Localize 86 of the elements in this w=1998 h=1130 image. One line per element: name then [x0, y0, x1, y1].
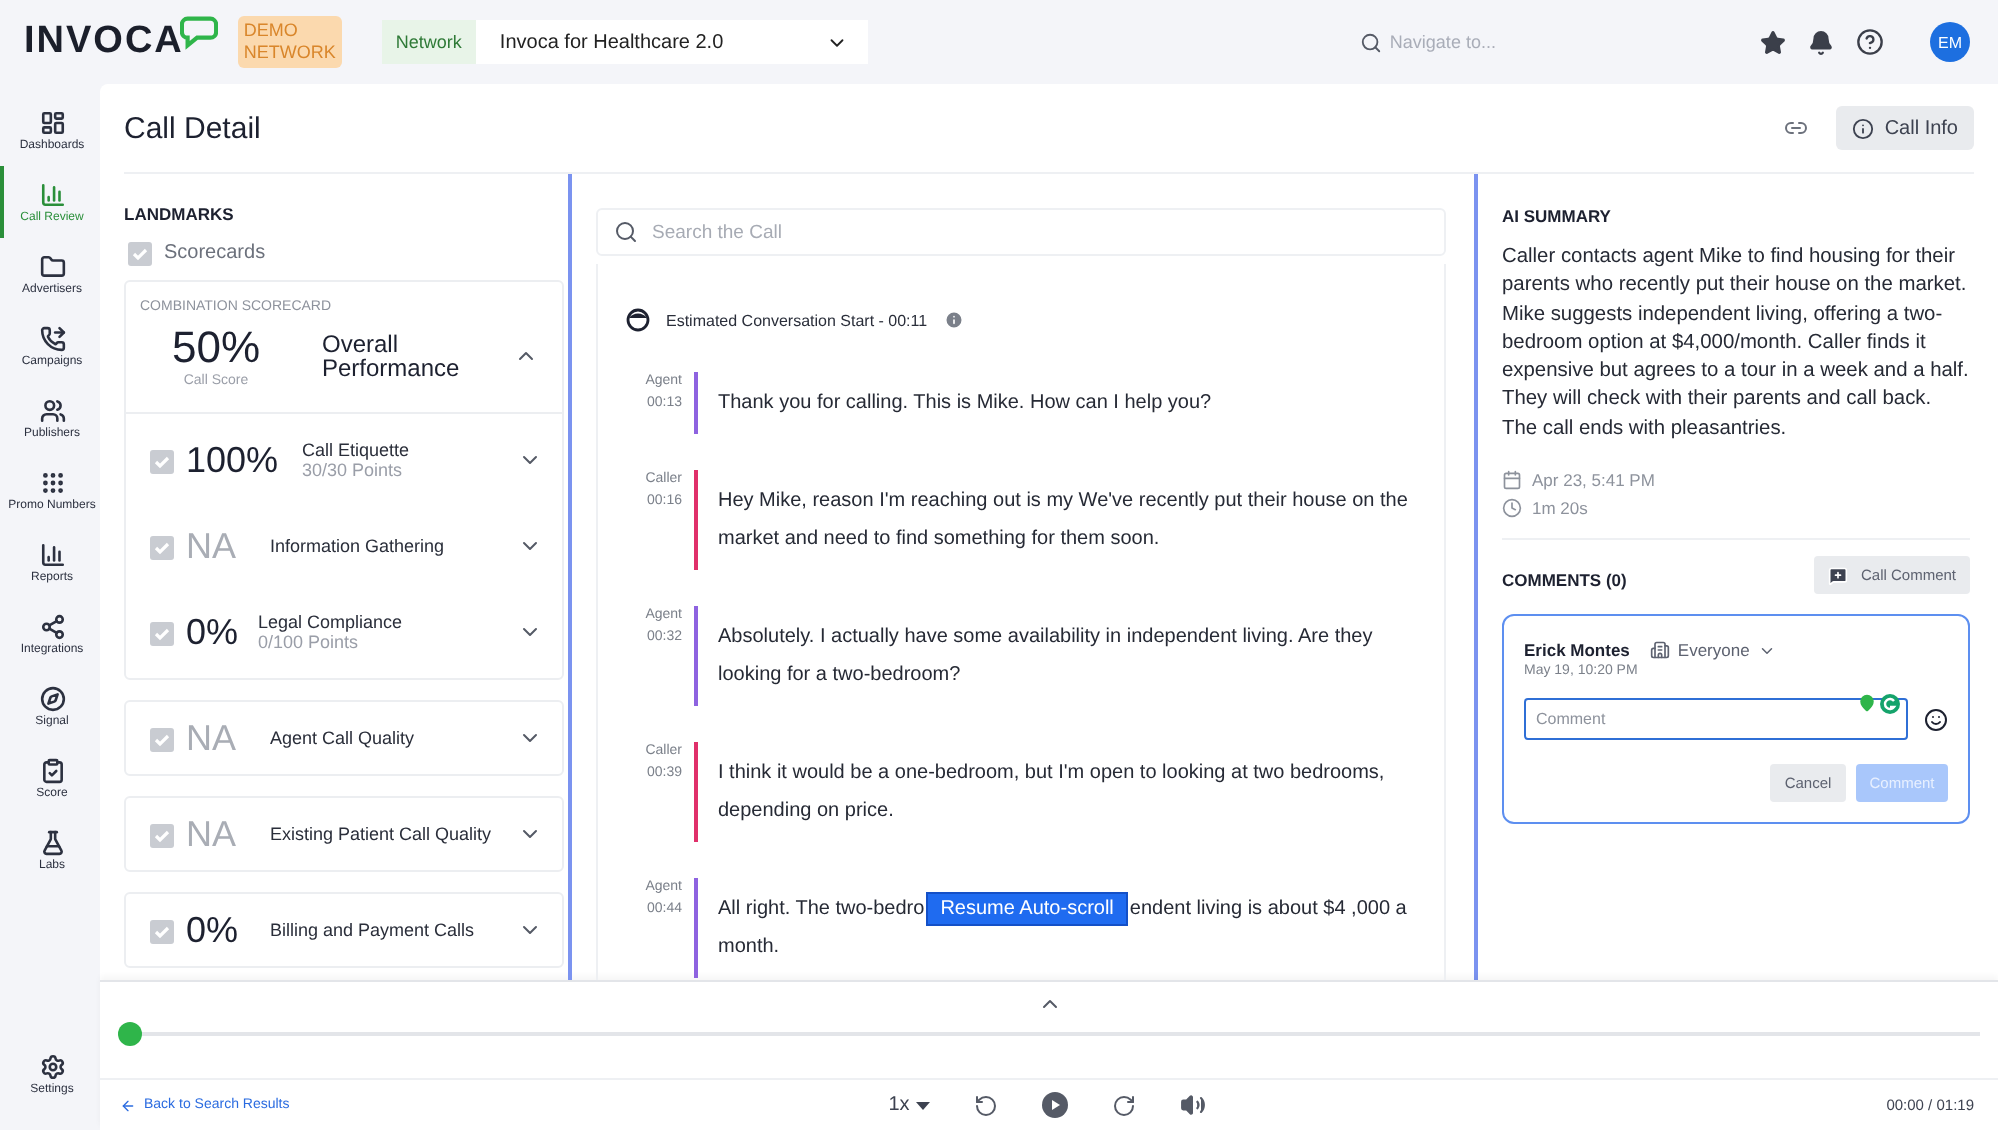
comment-add-icon	[1828, 565, 1849, 586]
network-select[interactable]: Invoca for Healthcare 2.0	[475, 20, 868, 64]
score-value: 0%	[186, 611, 241, 653]
dashboard-icon	[39, 109, 65, 135]
score-value: NA	[186, 813, 239, 855]
comment-input[interactable]: Comment	[1524, 698, 1908, 741]
phone-icon	[39, 325, 65, 351]
score-points: 30/30 Points	[302, 460, 405, 480]
emoji-icon[interactable]	[1924, 707, 1948, 732]
message-text: Thank you for calling. This is Mike. How can I help you?	[718, 392, 1212, 414]
building-icon	[1649, 640, 1670, 661]
section-heading: LANDMARKS	[124, 204, 236, 224]
demo-badge: DEMO NETWORK	[237, 16, 342, 68]
clipboard-check-icon	[150, 725, 174, 751]
message-text: Hey Mike, reason I'm reaching out is my We've recently put their house on the market and need to find something for them soon.	[718, 490, 1408, 550]
message-text: month.	[718, 934, 780, 962]
bell-icon[interactable]	[1808, 29, 1834, 55]
rewind-icon[interactable]	[973, 1093, 998, 1117]
score-value: 0%	[186, 909, 241, 951]
section-heading: COMMENTS (0)	[1502, 569, 1627, 590]
call-duration: 1m 20s	[1532, 498, 1588, 519]
chart-icon	[39, 181, 65, 207]
speech-bubble-icon	[179, 14, 218, 50]
link-icon[interactable]	[1784, 116, 1809, 140]
scorecard-name: Agent Call Quality	[270, 728, 417, 748]
score-points: 0/100 Points	[258, 632, 361, 652]
call-info-button[interactable]: Call Info	[1836, 106, 1974, 150]
people-icon	[39, 397, 65, 423]
flask-icon	[39, 829, 65, 855]
folder-icon	[39, 253, 65, 279]
section-heading: AI SUMMARY	[1502, 206, 1613, 226]
user-avatar[interactable]: EM	[1930, 22, 1970, 62]
clipboard-check-icon	[150, 533, 174, 559]
scorecard-name: Call Etiquette	[302, 440, 412, 460]
help-icon[interactable]	[1856, 28, 1884, 56]
search-icon	[1359, 31, 1382, 53]
score-value: 100%	[186, 439, 281, 481]
volume-icon[interactable]	[1179, 1092, 1206, 1118]
clock-icon	[1502, 498, 1522, 519]
section-label: Scorecards	[164, 242, 266, 264]
scorecard-name: Legal Compliance	[258, 612, 405, 632]
summary-text: Caller contacts agent Mike to find housing for their parents who recently put their house on the market. Mike suggests independent living, offering a two-bedroom option at $4,000/month. Caller finds it expensive but agrees to a tour in a week and a half. They will check with their parents and call back. The call ends with pleasantries.	[1502, 244, 1970, 444]
message-text: I think it would be a one-bedroom, but I'm open to looking at two bedrooms, depending on price.	[718, 762, 1385, 822]
search-icon	[614, 220, 638, 244]
clipboard-check-icon	[150, 619, 174, 645]
info-icon	[1852, 117, 1875, 139]
star-icon[interactable]	[1760, 29, 1786, 55]
message-text: Absolutely. I actually have some availability in independent living. Are they looking for a two-bedroom?	[718, 626, 1373, 686]
page-title: Call Detail	[124, 111, 261, 145]
assistant-icon[interactable]	[1880, 694, 1900, 715]
score-value: NA	[186, 717, 239, 759]
caret-down-icon	[915, 1101, 930, 1109]
conversation-start: Estimated Conversation Start - 00:11	[666, 311, 928, 329]
speed-select[interactable]: 1x	[888, 1094, 930, 1116]
play-icon[interactable]	[1041, 1092, 1068, 1118]
settings-icon	[39, 1053, 65, 1079]
compass-icon	[39, 685, 65, 711]
clipboard-check-icon	[150, 821, 174, 847]
calendar-icon	[1502, 470, 1522, 491]
arrow-left-icon	[120, 1097, 136, 1113]
author-name: Erick Montes	[1524, 640, 1630, 661]
scorecard-name: Information Gathering	[270, 536, 447, 556]
score-value: 50%	[171, 322, 261, 373]
network-label: Network	[381, 20, 476, 64]
dots-grid-icon	[39, 469, 65, 495]
message-text: endent living is about $4 ,000 a	[1129, 898, 1407, 920]
message-text: All right. The two-bedro	[718, 898, 925, 920]
clipboard-check-icon	[39, 757, 65, 783]
bar-chart-icon	[39, 541, 65, 567]
score-value: NA	[186, 525, 239, 567]
forward-icon[interactable]	[1111, 1093, 1136, 1117]
call-date: Apr 23, 5:41 PM	[1532, 470, 1655, 491]
scorecard-name: Existing Patient Call Quality	[270, 824, 494, 844]
logo[interactable]: INVOCA	[24, 20, 184, 64]
clipboard-check-icon	[150, 917, 174, 943]
info-icon[interactable]	[943, 310, 964, 330]
network-icon	[39, 613, 65, 639]
visibility-select[interactable]: Everyone	[1649, 640, 1776, 661]
person-icon	[626, 308, 650, 332]
resume-autoscroll-button[interactable]: Resume Auto-scroll	[926, 892, 1128, 926]
pin-icon[interactable]	[1858, 694, 1876, 713]
clipboard-check-icon	[150, 447, 174, 473]
scorecard-name: Billing and Payment Calls	[270, 920, 477, 940]
clipboard-check-icon	[128, 240, 152, 266]
scorecard-name: Overall Performance	[322, 331, 462, 379]
timeline-handle[interactable]	[118, 1022, 142, 1046]
